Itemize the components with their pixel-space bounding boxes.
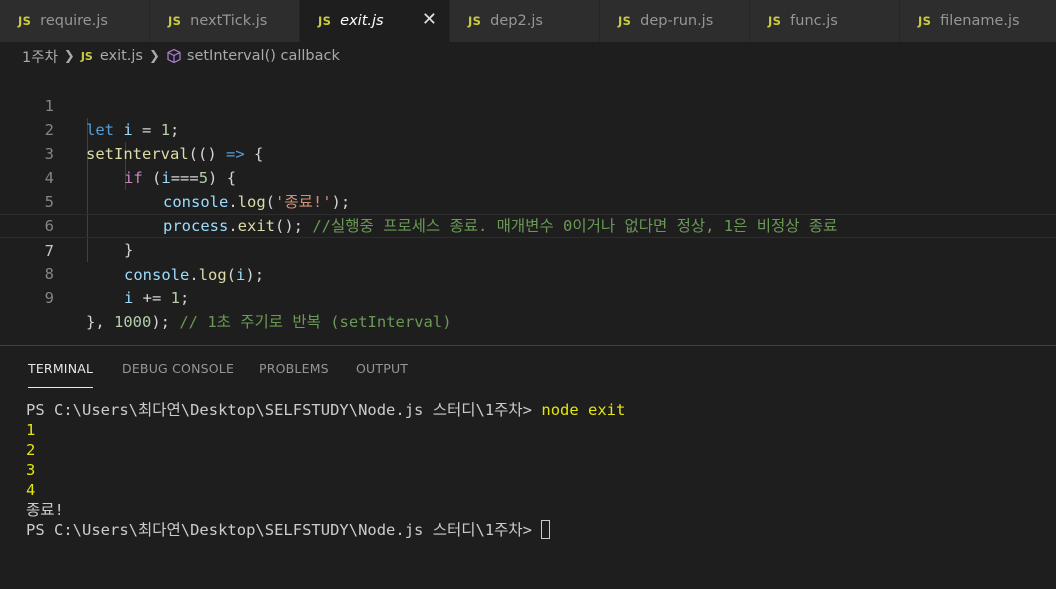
code-line-9[interactable]: 9 }, 1000); // 1초 주기로 반복 (setInterval) — [0, 262, 1056, 331]
tab-filename-js[interactable]: JS filename.js — [900, 0, 1056, 42]
breadcrumb-symbol[interactable]: setInterval() callback — [187, 48, 340, 64]
breadcrumb-file[interactable]: exit.js — [100, 48, 143, 64]
javascript-file-icon: JS — [168, 14, 182, 28]
terminal-output-line: 종료! — [26, 501, 64, 519]
line-number: 9 — [44, 289, 54, 307]
tab-label: dep-run.js — [640, 13, 714, 29]
code-text: i += 1; — [124, 289, 190, 307]
javascript-file-icon: JS — [768, 14, 782, 28]
vscode-window: JS require.js JS nextTick.js JS exit.js … — [0, 0, 1056, 589]
code-line-3[interactable]: 3 if (i===5) { — [0, 118, 1056, 187]
panel-tab-bar: TERMINAL DEBUG CONSOLE PROBLEMS OUTPUT — [0, 346, 1056, 394]
tab-exit-js[interactable]: JS exit.js ✕ — [300, 0, 450, 42]
code-line-5[interactable]: 5 process.exit(); //실행중 프로세스 종료. 매개변수 0이… — [0, 166, 1056, 235]
terminal-cursor — [541, 520, 551, 539]
terminal-output-line: 3 — [26, 461, 36, 479]
close-icon[interactable]: ✕ — [422, 10, 437, 30]
tab-output[interactable]: OUTPUT — [356, 346, 408, 388]
terminal-prompt: PS C:\Users\최다연\Desktop\SELFSTUDY\Node.j… — [26, 521, 542, 539]
javascript-file-icon: JS — [318, 14, 332, 28]
breadcrumb-folder[interactable]: 1주차 — [22, 46, 58, 67]
tab-problems[interactable]: PROBLEMS — [259, 346, 329, 388]
tab-terminal[interactable]: TERMINAL — [28, 346, 94, 388]
chevron-right-icon: ❯ — [148, 48, 160, 64]
code-text: }, 1000); // 1초 주기로 반복 (setInterval) — [86, 313, 452, 331]
tab-func-js[interactable]: JS func.js — [750, 0, 900, 42]
code-editor[interactable]: 1 let i = 1; 2 setInterval(() => { 3 if … — [0, 70, 1056, 345]
tab-nexttick-js[interactable]: JS nextTick.js — [150, 0, 300, 42]
code-line-7-current[interactable]: 7 console.log(i); — [0, 214, 1056, 284]
chevron-right-icon: ❯ — [63, 48, 75, 64]
terminal-output-line: 4 — [26, 481, 36, 499]
javascript-file-icon: JS — [80, 49, 93, 63]
javascript-file-icon: JS — [918, 14, 932, 28]
breadcrumb: 1주차 ❯ JS exit.js ❯ setInterval() callbac… — [0, 42, 1056, 70]
terminal-output-line: 1 — [26, 421, 36, 439]
tab-label: require.js — [40, 13, 108, 29]
code-line-2[interactable]: 2 setInterval(() => { — [0, 94, 1056, 163]
tab-require-js[interactable]: JS require.js — [0, 0, 150, 42]
javascript-file-icon: JS — [618, 14, 632, 28]
terminal-output[interactable]: PS C:\Users\최다연\Desktop\SELFSTUDY\Node.j… — [26, 400, 1046, 540]
terminal-command: node exit — [541, 401, 626, 419]
tab-debug-console[interactable]: DEBUG CONSOLE — [122, 346, 234, 388]
code-line-6[interactable]: 6 } — [0, 190, 1056, 259]
code-line-8[interactable]: 8 i += 1; — [0, 238, 1056, 307]
tab-label: filename.js — [940, 13, 1020, 29]
code-line-1[interactable]: 1 let i = 1; — [0, 70, 1056, 139]
javascript-file-icon: JS — [468, 14, 482, 28]
terminal-output-line: 2 — [26, 441, 36, 459]
tab-label: func.js — [790, 13, 838, 29]
terminal-command-line: PS C:\Users\최다연\Desktop\SELFSTUDY\Node.j… — [26, 400, 1046, 420]
tab-label: nextTick.js — [190, 13, 268, 29]
code-line-4[interactable]: 4 console.log('종료!'); — [0, 142, 1056, 211]
tab-dep-run-js[interactable]: JS dep-run.js — [600, 0, 750, 42]
tab-label: exit.js — [340, 13, 384, 29]
terminal-prompt: PS C:\Users\최다연\Desktop\SELFSTUDY\Node.j… — [26, 401, 542, 419]
javascript-file-icon: JS — [18, 14, 32, 28]
editor-tab-bar: JS require.js JS nextTick.js JS exit.js … — [0, 0, 1056, 42]
terminal-prompt-line: PS C:\Users\최다연\Desktop\SELFSTUDY\Node.j… — [26, 520, 1046, 540]
tab-label: dep2.js — [490, 13, 543, 29]
cube-icon — [167, 48, 181, 64]
tab-dep2-js[interactable]: JS dep2.js — [450, 0, 600, 42]
